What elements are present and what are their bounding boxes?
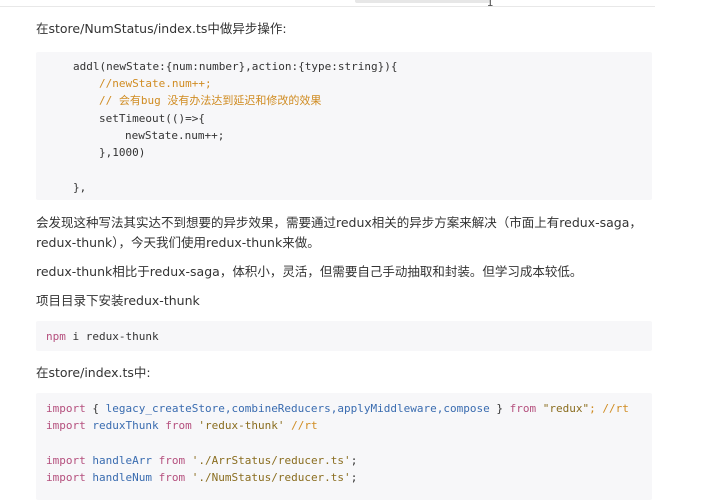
code-identifier: handleArr — [85, 454, 159, 467]
code-keyword: from — [509, 402, 537, 415]
code-punct: } — [489, 402, 510, 415]
heading-numstatus: 在store/NumStatus/index.ts中做异步操作: — [36, 21, 287, 36]
code-block-addl: addl(newState:{num:number},action:{type:… — [36, 52, 652, 200]
code-block-install: npm i redux-thunk — [36, 321, 652, 351]
code-keyword: import — [46, 471, 86, 484]
code-line: import reduxThunk from 'redux-thunk' //r… — [46, 419, 318, 432]
code-line: npm i redux-thunk — [46, 330, 159, 343]
code-keyword: from — [158, 454, 186, 467]
code-keyword: import — [46, 402, 86, 415]
code-line: },1000) — [99, 146, 146, 159]
code-line: addl(newState:{num:number},action:{type:… — [73, 60, 398, 73]
code-line: import handleNum from './NumStatus/reduc… — [46, 471, 357, 484]
code-line: setTimeout(()=>{ — [99, 112, 205, 125]
code-block-store-index: import { legacy_createStore,combineReduc… — [36, 393, 652, 500]
code-keyword: from — [158, 471, 186, 484]
code-identifier: handleNum — [85, 471, 159, 484]
code-string: 'redux-thunk' — [191, 419, 285, 432]
code-keyword: import — [46, 419, 86, 432]
code-punct: { — [85, 402, 106, 415]
text-cursor-icon: I — [487, 0, 494, 9]
top-toolbar-fragment — [355, 0, 490, 3]
paragraph-install: 项目目录下安装redux-thunk — [36, 293, 200, 308]
paragraph-thunk-compare: redux-thunk相比于redux-saga，体积小，灵活，但需要自己手动抽… — [36, 264, 583, 279]
paragraph-async-line2: redux-thunk），今天我们使用redux-thunk来做。 — [36, 235, 320, 250]
code-punct: ; — [350, 471, 358, 484]
code-comment: // 会有bug 没有办法达到延迟和修改的效果 — [99, 94, 322, 107]
paragraph-async-line1: 会发现这种写法其实达不到想要的异步效果，需要通过redux相关的异步方案来解决（… — [36, 215, 642, 230]
code-comment: //rt — [284, 419, 318, 432]
code-line: }, — [73, 181, 87, 194]
code-identifier: legacy_createStore,combineReducers,apply… — [105, 402, 490, 415]
code-punct: ; — [350, 454, 358, 467]
code-comment: //newState.num++; — [99, 77, 212, 90]
code-identifier: reduxThunk — [85, 419, 166, 432]
code-string: './ArrStatus/reducer.ts' — [185, 454, 351, 467]
code-comment: ; //rt — [589, 402, 629, 415]
code-string: './NumStatus/reducer.ts' — [185, 471, 351, 484]
code-line: import handleArr from './ArrStatus/reduc… — [46, 454, 357, 467]
code-command: npm — [46, 330, 66, 343]
code-line: import { legacy_createStore,combineReduc… — [46, 402, 629, 415]
code-keyword: from — [165, 419, 192, 432]
code-keyword: import — [46, 454, 86, 467]
code-string: "redux" — [536, 402, 590, 415]
code-line: newState.num++; — [125, 129, 225, 142]
code-args: i redux-thunk — [65, 330, 159, 343]
heading-store-index: 在store/index.ts中: — [36, 365, 151, 380]
top-divider — [0, 6, 655, 7]
